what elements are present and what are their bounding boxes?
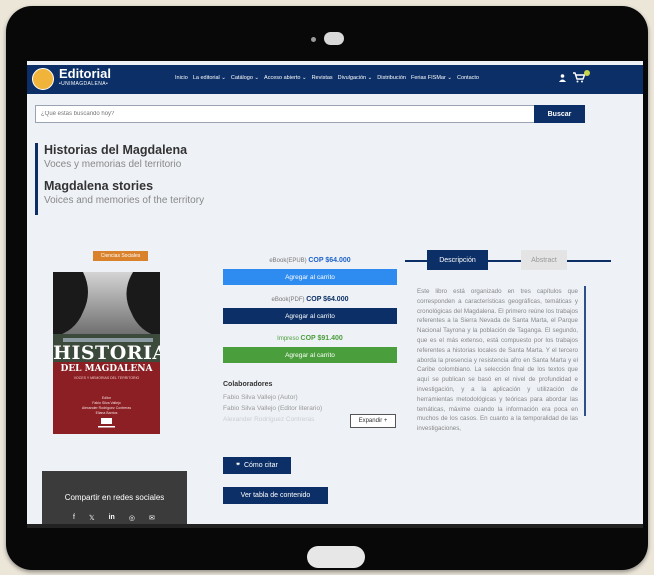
book-cover[interactable]: HISTORIAS DEL MAGDALENA VOCES Y MEMORIAS…	[53, 272, 160, 434]
share-panel: Compartir en redes sociales f 𝕏 in ◎ ✉	[42, 471, 187, 528]
format-price: COP $91.400	[300, 335, 343, 342]
title-english: Magdalena stories	[44, 179, 154, 193]
table-of-contents-button[interactable]: Ver tabla de contenido	[223, 487, 328, 504]
share-title: Compartir en redes sociales	[64, 493, 165, 502]
description-text: Este libro está organizado en tres capít…	[417, 288, 578, 433]
price-column: eBook(EPUB) COP $64.000 Agregar al carri…	[223, 256, 397, 373]
nav-item-distribucion[interactable]: Distribución	[377, 75, 406, 81]
cover-title: HISTORIAS	[53, 342, 160, 364]
format-pdf: eBook(PDF) COP $64.000	[223, 295, 397, 305]
page-title: Historias del Magdalena	[44, 143, 188, 157]
category-badge[interactable]: Ciencias Sociales	[93, 251, 148, 261]
main-menu: Inicio La editorial ⌄ Catálogo ⌄ Acceso …	[175, 75, 479, 81]
add-to-cart-print-button[interactable]: Agregar al carrito	[223, 347, 397, 363]
screen: Editorial •UNIMAGDALENA• Inicio La edito…	[27, 61, 643, 528]
nav-item-la-editorial[interactable]: La editorial ⌄	[193, 75, 226, 81]
nav-item-acceso-abierto[interactable]: Acceso abierto ⌄	[264, 75, 307, 81]
bottom-bar	[27, 524, 643, 528]
format-epub: eBook(EPUB) COP $64.000	[223, 256, 397, 266]
camera-sensor	[311, 37, 316, 42]
nav-item-contacto[interactable]: Contacto	[457, 75, 479, 81]
add-to-cart-epub-button[interactable]: Agregar al carrito	[223, 269, 397, 285]
cart-badge	[584, 70, 590, 76]
camera	[324, 32, 344, 45]
brand-sub: •UNIMAGDALENA•	[59, 81, 109, 87]
nav-item-revistas[interactable]: Revistas	[312, 75, 333, 81]
how-to-cite-label: Cómo citar	[243, 462, 278, 469]
tablet-frame: Editorial •UNIMAGDALENA• Inicio La edito…	[6, 6, 648, 570]
publisher-logo-icon	[98, 418, 115, 428]
collaborator-item[interactable]: Fabio Silva Vallejo (Autor)	[223, 392, 322, 403]
how-to-cite-button[interactable]: ❞ Cómo citar	[223, 457, 291, 474]
search-button[interactable]: Buscar	[534, 105, 585, 123]
subtitle-english: Voices and memories of the territory	[44, 195, 205, 206]
collaborator-item[interactable]: Alexander Rodríguez Contreras	[223, 414, 322, 425]
tab-description[interactable]: Descripción	[427, 250, 488, 270]
cover-subtitle: DEL MAGDALENA	[60, 364, 153, 374]
format-label: eBook(EPUB)	[269, 258, 307, 264]
expand-collaborators-button[interactable]: Expandir +	[350, 414, 396, 428]
quote-icon: ❞	[236, 462, 240, 470]
book-titles: Historias del Magdalena Voces y memorias…	[35, 143, 204, 215]
facebook-icon[interactable]: f	[73, 514, 75, 522]
nav-item-ferias[interactable]: Ferias FISMar ⌄	[411, 75, 452, 81]
email-icon[interactable]: ✉	[149, 514, 155, 522]
collaborator-item[interactable]: Fabio Silva Vallejo (Editor literario)	[223, 403, 322, 414]
nav-item-catalogo[interactable]: Catálogo ⌄	[231, 75, 259, 81]
nav-item-divulgacion[interactable]: Divulgación ⌄	[338, 75, 373, 81]
collaborators-list: Fabio Silva Vallejo (Autor) Fabio Silva …	[223, 392, 322, 425]
linkedin-icon[interactable]: in	[109, 514, 115, 522]
home-button[interactable]	[307, 546, 365, 568]
format-price: COP $64.000	[308, 257, 351, 264]
collaborators-heading: Colaboradores	[223, 381, 273, 388]
add-to-cart-pdf-button[interactable]: Agregar al carrito	[223, 308, 397, 324]
user-icon[interactable]	[559, 74, 566, 82]
cover-author: Eliana Barrios	[95, 411, 118, 415]
brand-name[interactable]: Editorial	[59, 67, 111, 80]
logo-icon[interactable]	[32, 68, 54, 90]
x-icon[interactable]: 𝕏	[89, 514, 95, 522]
page-subtitle: Voces y memorias del territorio	[44, 159, 182, 170]
cover-tagline: VOCES Y MEMORIAS DEL TERRITORIO	[73, 376, 140, 380]
format-label: Impreso	[277, 336, 299, 342]
share-icons: f 𝕏 in ◎ ✉	[73, 514, 155, 522]
format-label: eBook(PDF)	[271, 297, 305, 303]
nav-item-inicio[interactable]: Inicio	[175, 75, 188, 81]
format-print: Impreso COP $91.400	[223, 334, 397, 344]
top-navbar: Editorial •UNIMAGDALENA• Inicio La edito…	[27, 65, 643, 94]
cover-authors: Editor Fabio Silva Vallejo Alexander Rod…	[53, 396, 160, 416]
format-price: COP $64.000	[306, 296, 349, 303]
search-input[interactable]	[35, 105, 538, 123]
whatsapp-icon[interactable]: ◎	[129, 514, 135, 522]
tab-abstract[interactable]: Abstract	[521, 250, 567, 270]
description-scrollbar[interactable]	[584, 286, 586, 416]
